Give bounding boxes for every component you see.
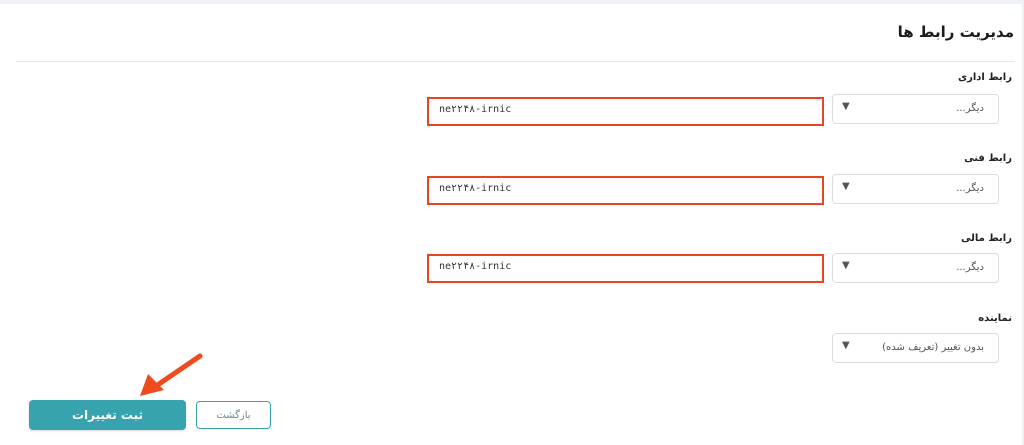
back-button[interactable]: بازگشت: [196, 401, 271, 429]
technical-contact-label: رابط فنی: [964, 153, 1012, 164]
technical-contact-input-value: ne۲۲۴۸-irnic: [439, 183, 512, 194]
title-divider: [16, 61, 1015, 62]
admin-contact-input-value: ne۲۲۴۸-irnic: [439, 104, 512, 115]
page-title: مدیریت رابط ها: [897, 23, 1014, 41]
admin-contact-select[interactable]: دیگر... ▼: [832, 94, 999, 124]
financial-contact-input[interactable]: ne۲۲۴۸-irnic: [427, 254, 824, 283]
save-changes-button[interactable]: ثبت تغییرات: [29, 400, 186, 430]
financial-contact-select[interactable]: دیگر... ▼: [832, 253, 999, 283]
financial-contact-select-value: دیگر...: [956, 262, 984, 273]
red-arrow-icon: [140, 353, 203, 396]
dropdown-caret-icon: ▼: [842, 260, 850, 271]
dropdown-caret-icon: ▼: [842, 340, 850, 351]
financial-contact-input-value: ne۲۲۴۸-irnic: [439, 261, 512, 272]
financial-contact-label: رابط مالی: [961, 233, 1012, 244]
technical-contact-select-value: دیگر...: [956, 183, 984, 194]
representative-select-value: بدون تغییر (تعریف شده): [882, 342, 984, 353]
representative-select[interactable]: بدون تغییر (تعریف شده) ▼: [832, 333, 999, 363]
admin-contact-label: رابط اداری: [957, 72, 1012, 83]
dropdown-caret-icon: ▼: [842, 181, 850, 192]
dropdown-caret-icon: ▼: [842, 101, 850, 112]
technical-contact-input[interactable]: ne۲۲۴۸-irnic: [427, 176, 824, 205]
admin-contact-select-value: دیگر...: [956, 103, 984, 114]
admin-contact-input[interactable]: ne۲۲۴۸-irnic: [427, 97, 824, 126]
technical-contact-select[interactable]: دیگر... ▼: [832, 174, 999, 204]
representative-label: نماینده: [978, 313, 1012, 324]
